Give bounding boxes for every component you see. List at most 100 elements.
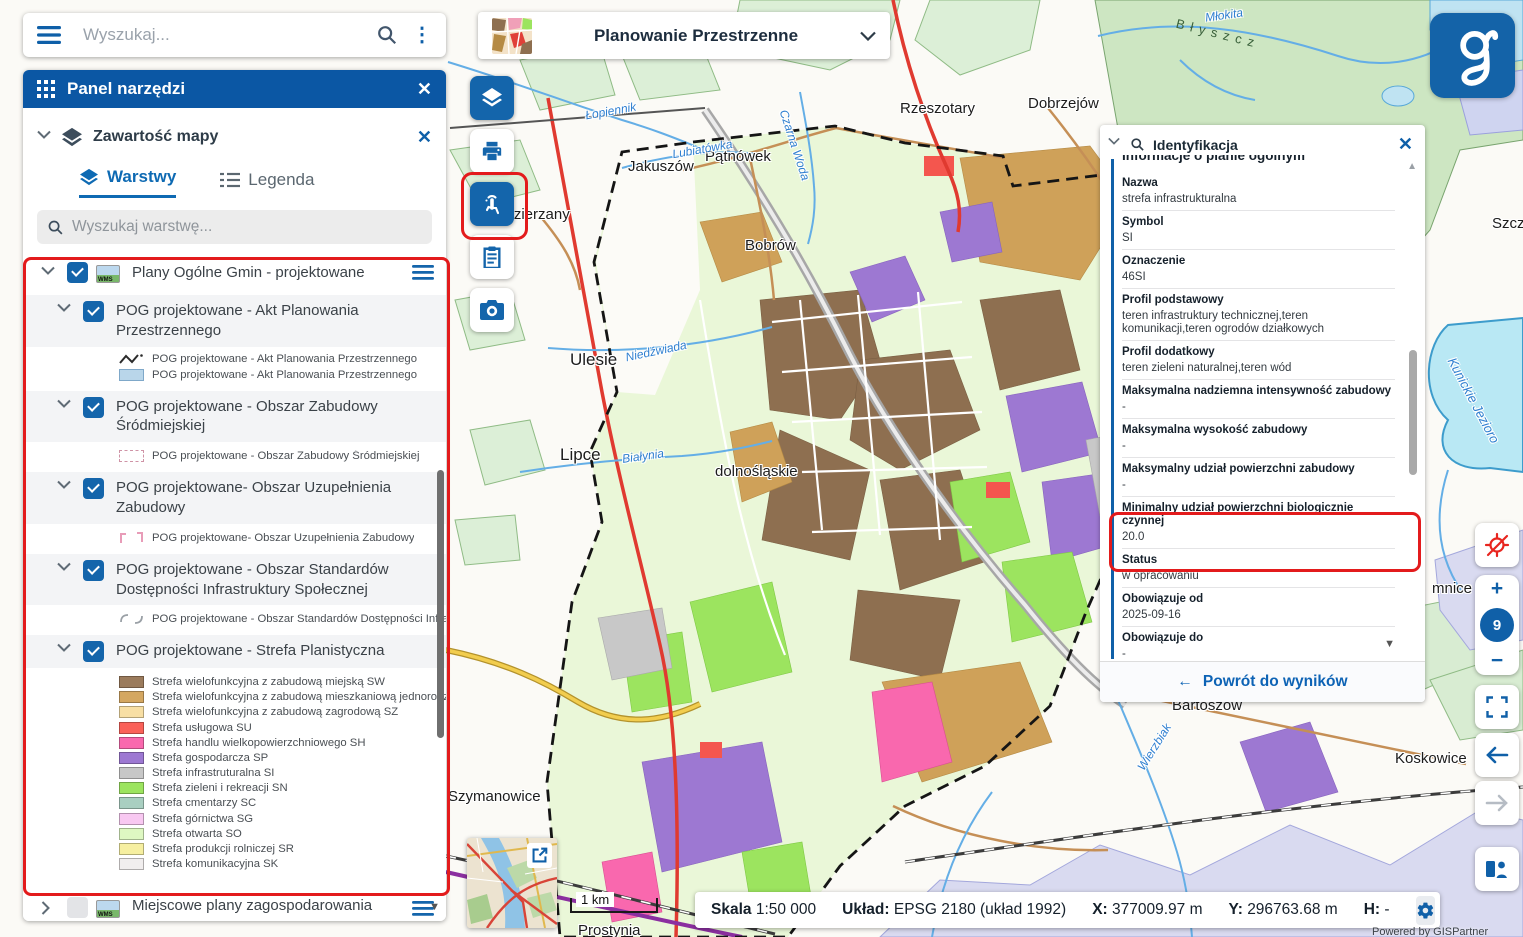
chevron-down-icon[interactable] [41, 266, 57, 282]
global-search-bar[interactable]: Wyszukaj... ⋮ [23, 13, 446, 57]
color-swatch [119, 843, 144, 855]
chevron-down-icon[interactable] [57, 303, 73, 319]
color-swatch [119, 722, 144, 734]
layer-group-row[interactable]: POG projektowane - Obszar Standardów Dos… [23, 554, 446, 606]
legend-entry: Strefa usługowa SU [23, 720, 446, 735]
legend-entry: Strefa infrastruturalna SI [23, 766, 446, 781]
identify-panel-header: Identyfikacja ✕ [1100, 125, 1425, 158]
legend-entry: POG projektowane - Obszar Zabudowy Śródm… [23, 448, 446, 464]
scroll-up-caret-icon[interactable]: ▲ [1407, 161, 1417, 172]
x-coordinate-readout: X: 377009.97 m [1092, 901, 1202, 919]
global-search-input[interactable]: Wyszukaj... [83, 25, 376, 45]
zoom-out-button[interactable]: − [1491, 652, 1503, 670]
layers-tool-button[interactable] [470, 76, 514, 120]
result-section-header: Informacje o planie ogólnym [1122, 155, 1395, 163]
attribute-field: Maksymalna wysokość zabudowy- [1122, 419, 1395, 458]
layer-checkbox[interactable] [67, 262, 88, 283]
map-label-town: Dobrzejów [1028, 95, 1099, 112]
layer-checkbox[interactable] [83, 301, 104, 322]
color-swatch [119, 691, 144, 703]
chevron-down-icon[interactable] [860, 31, 876, 41]
layer-checkbox[interactable] [83, 560, 104, 581]
map-label-town: Szymanowice [448, 788, 541, 805]
layer-root-row[interactable]: Plany Ogólne Gmin - projektowane [23, 258, 446, 287]
gispartner-logo[interactable] [1430, 13, 1515, 98]
line-symbol-swatch [119, 353, 144, 365]
tree-scrollbar[interactable] [437, 470, 444, 738]
camera-tool-button[interactable] [470, 288, 514, 332]
legend-entry: Strefa cmentarzy SC [23, 796, 446, 811]
attribute-field: Obowiązuje od2025-09-16 [1122, 588, 1395, 627]
crs-readout[interactable]: Układ: EPSG 2180 (układ 1992) [842, 901, 1066, 919]
identify-tool-button[interactable] [470, 182, 514, 226]
layer-group-row[interactable]: POG projektowane - Akt Planowania Przest… [23, 295, 446, 347]
layer-checkbox[interactable] [83, 397, 104, 418]
identify-scrollbar[interactable] [1409, 350, 1417, 475]
layer-root-row[interactable]: Miejscowe plany zagospodarowania [23, 889, 446, 921]
chevron-down-icon[interactable] [1108, 137, 1124, 153]
tab-legenda[interactable]: Legenda [220, 170, 314, 198]
close-icon[interactable]: ✕ [1398, 134, 1413, 155]
map-scale-bar: 1 km [570, 898, 658, 913]
users-button[interactable] [1475, 847, 1519, 891]
legend-entry: POG projektowane - Akt Planowania Przest… [23, 367, 446, 383]
legend-entry: Strefa otwarta SO [23, 826, 446, 841]
layer-group-row[interactable]: POG projektowane - Obszar Zabudowy Śródm… [23, 391, 446, 443]
chevron-down-icon[interactable] [57, 643, 73, 659]
map-label-town: Ulesie [570, 350, 617, 370]
geolocation-off-button[interactable] [1475, 523, 1519, 567]
history-forward-button[interactable] [1475, 781, 1519, 825]
scroll-down-caret-icon[interactable]: ▼ [429, 901, 440, 913]
chevron-down-icon[interactable] [57, 480, 73, 496]
color-swatch [119, 813, 144, 825]
close-icon[interactable]: ✕ [417, 127, 432, 148]
zoom-control: + 9 − [1475, 575, 1519, 675]
layer-group-row[interactable]: POG projektowane- Obszar Uzupełnienia Za… [23, 472, 446, 524]
chevron-right-icon[interactable] [41, 901, 57, 917]
print-tool-button[interactable] [470, 129, 514, 173]
scale-readout[interactable]: Skala 1:50 000 [711, 901, 816, 919]
chevron-down-icon[interactable] [37, 130, 53, 146]
layer-checkbox[interactable] [67, 897, 88, 918]
history-back-button[interactable] [1475, 733, 1519, 777]
map-label-town: Rzeszotary [900, 100, 975, 117]
wms-layer-icon [96, 900, 120, 918]
dashed-outline-swatch [119, 450, 144, 462]
color-swatch [119, 797, 144, 809]
back-to-results-button[interactable]: ←Powrót do wyników [1177, 673, 1347, 691]
result-accent-rule [1111, 159, 1114, 659]
attribute-field: Oznaczenie46SI [1122, 250, 1395, 289]
fullscreen-button[interactable] [1475, 685, 1519, 729]
settings-gear-icon[interactable] [1416, 896, 1435, 925]
chevron-down-icon[interactable] [57, 399, 73, 415]
tools-panel-header: Panel narzędzi ✕ [23, 70, 446, 108]
legend-entry: Strefa wielofunkcyjna z zabudową miejską… [23, 674, 446, 689]
search-icon[interactable] [376, 24, 398, 46]
app-selector[interactable]: Planowanie Przestrzenne [478, 12, 890, 59]
layer-group-row[interactable]: POG projektowane - Strefa Planistyczna [23, 635, 446, 668]
legend-entry: Strefa produkcji rolniczej SR [23, 841, 446, 856]
legend-entry: Strefa gospodarcza SP [23, 750, 446, 765]
scale-bar-label: 1 km [576, 892, 614, 907]
zoom-in-button[interactable]: + [1491, 580, 1503, 598]
attribute-field: Nazwastrefa infrastrukturalna [1122, 172, 1395, 211]
scroll-down-caret-icon[interactable]: ▼ [1384, 638, 1395, 650]
close-icon[interactable]: ✕ [417, 79, 432, 100]
color-swatch [119, 858, 144, 870]
open-overview-icon[interactable] [527, 843, 552, 868]
menu-icon[interactable] [37, 26, 61, 44]
fill-swatch [119, 369, 144, 381]
layer-search-input[interactable]: Wyszukaj warstwę... [37, 210, 432, 244]
map-content-title: Zawartość mapy [93, 128, 417, 146]
layer-checkbox[interactable] [83, 478, 104, 499]
clipboard-tool-button[interactable] [470, 235, 514, 279]
legend-entry: POG projektowane - Obszar Standardów Dos… [23, 611, 446, 627]
tab-warstwy[interactable]: Warstwy [79, 167, 176, 198]
legend-entry: POG projektowane - Akt Planowania Przest… [23, 351, 446, 367]
grid-icon[interactable] [37, 80, 55, 98]
layer-menu-icon[interactable] [412, 265, 436, 281]
more-options-icon[interactable]: ⋮ [412, 32, 432, 38]
overview-map[interactable] [467, 838, 557, 928]
layer-checkbox[interactable] [83, 641, 104, 662]
chevron-down-icon[interactable] [57, 562, 73, 578]
